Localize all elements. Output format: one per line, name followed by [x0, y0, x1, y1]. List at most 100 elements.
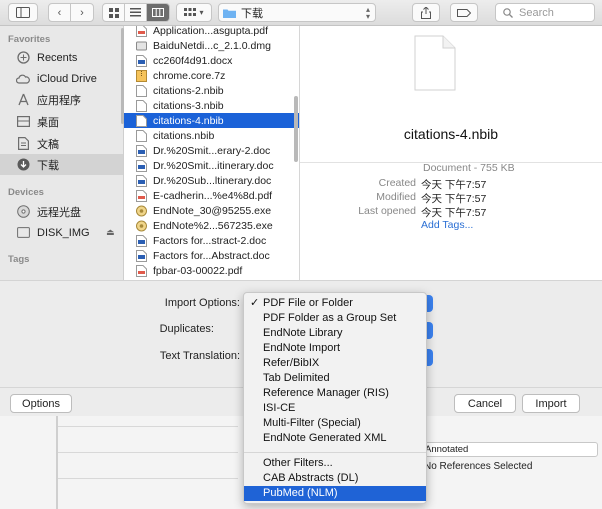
disk-icon	[16, 226, 30, 240]
created-label: Created	[378, 177, 416, 189]
file-row[interactable]: Factors for...stract-2.doc	[124, 233, 299, 248]
file-row[interactable]: BaiduNetdi...c_2.1.0.dmg	[124, 38, 299, 53]
menu-item[interactable]: Other Filters...	[244, 456, 426, 471]
last-opened-label: Last opened	[358, 205, 416, 217]
file-row[interactable]: cc260f4d91.docx	[124, 53, 299, 68]
menu-item[interactable]: PDF Folder as a Group Set	[244, 311, 426, 326]
sidebar-item-label: 应用程序	[37, 94, 81, 107]
import-button[interactable]: Import	[522, 394, 580, 413]
menu-item-label: PDF Folder as a Group Set	[263, 312, 397, 324]
sidebar-item-downloads[interactable]: 下载	[0, 154, 123, 175]
add-tags-link[interactable]: Add Tags...	[421, 219, 473, 231]
chevron-left-icon: ‹	[57, 6, 62, 19]
file-name: Application...asgupta.pdf	[153, 26, 268, 37]
file-row[interactable]: EndNote%2...567235.exe	[124, 218, 299, 233]
share-icon	[421, 6, 431, 19]
desktop-icon	[16, 115, 30, 129]
menu-item[interactable]: Tab Delimited	[244, 371, 426, 386]
file-row[interactable]: Factors for...Abstract.doc	[124, 248, 299, 263]
updown-icon: ▴ ▾	[365, 4, 370, 21]
back-forward-buttons: ‹ ›	[48, 3, 94, 22]
file-name: fpbar-03-00022.pdf	[153, 264, 243, 277]
menu-item[interactable]: ✓ PDF File or Folder	[244, 296, 426, 311]
annotated-label: Annotated	[425, 444, 469, 455]
menu-item[interactable]: Reference Manager (RIS)	[244, 386, 426, 401]
arrange-button[interactable]: ▾	[176, 3, 212, 22]
cancel-button[interactable]: Cancel	[454, 394, 516, 413]
sidebar-item-label: 远程光盘	[37, 206, 81, 219]
menu-item[interactable]: EndNote Generated XML	[244, 431, 426, 446]
disc-icon	[16, 205, 30, 219]
menu-item[interactable]: EndNote Import	[244, 341, 426, 356]
devices-header: Devices	[8, 187, 44, 198]
file-name: Dr.%20Sub...ltinerary.doc	[153, 174, 272, 187]
exe-file-icon	[136, 205, 147, 217]
sidebar-item-recents[interactable]: Recents	[0, 47, 123, 68]
file-row[interactable]: EndNote_30@95255.exe	[124, 203, 299, 218]
sidebar-item-icloud[interactable]: iCloud Drive	[0, 68, 123, 89]
modified-label: Modified	[376, 191, 416, 203]
file-name: chrome.core.7z	[153, 69, 226, 82]
recents-icon	[16, 51, 30, 65]
search-field[interactable]: Search	[495, 3, 595, 22]
file-list-scrollbar[interactable]	[294, 96, 298, 162]
file-name: citations.nbib	[153, 129, 215, 142]
column-view-button[interactable]	[147, 4, 169, 21]
documents-icon	[16, 137, 30, 151]
sidebar-item-documents[interactable]: 文稿	[0, 133, 123, 154]
sidebar-item-desktop[interactable]: 桌面	[0, 111, 123, 132]
file-row[interactable]: fpbar-03-00022.pdf	[124, 263, 299, 278]
last-opened-value: 今天 下午7:57	[421, 207, 487, 219]
file-row[interactable]: citations-2.nbib	[124, 83, 299, 98]
options-button[interactable]: Options	[10, 394, 72, 413]
file-row[interactable]: citations.nbib	[124, 128, 299, 143]
background-line	[58, 426, 238, 427]
annotated-popup[interactable]: Annotated	[420, 442, 598, 457]
file-row[interactable]: Dr.%20Smit...itinerary.doc	[124, 158, 299, 173]
sidebar-item-label: Recents	[37, 51, 78, 64]
chevron-down-icon: ▾	[199, 8, 204, 17]
menu-item-label: Other Filters...	[263, 457, 333, 469]
file-row[interactable]: E-cadherin...%e4%8d.pdf	[124, 188, 299, 203]
menu-item-label: EndNote Library	[263, 327, 343, 339]
sidebar-item-label: 下载	[37, 159, 59, 172]
back-button[interactable]: ‹	[49, 4, 71, 21]
tag-icon	[457, 8, 471, 17]
sidebar-item-disk-img[interactable]: DISK_IMG ⏏	[0, 222, 123, 243]
file-name: Factors for...Abstract.doc	[153, 249, 270, 262]
doc-file-icon	[136, 249, 147, 262]
search-placeholder: Search	[519, 6, 554, 19]
sidebar-item-remote-disc[interactable]: 远程光盘	[0, 201, 123, 222]
background-line	[58, 478, 238, 479]
menu-item[interactable]: PubMed (NLM)	[244, 486, 426, 501]
sidebar-toggle-button[interactable]	[8, 3, 38, 22]
share-button[interactable]	[412, 3, 440, 22]
menu-item-label: ISI-CE	[263, 402, 296, 414]
menu-item-label: EndNote Generated XML	[263, 432, 387, 444]
file-row[interactable]: citations-3.nbib	[124, 98, 299, 113]
tag-button[interactable]	[450, 3, 478, 22]
menu-item[interactable]: EndNote Library	[244, 326, 426, 341]
icon-view-button[interactable]	[103, 4, 125, 21]
preview-filename: citations-4.nbib	[403, 126, 499, 142]
location-popup[interactable]: 下载 ▴ ▾	[218, 3, 376, 22]
forward-button[interactable]: ›	[71, 4, 93, 21]
file-name: Dr.%20Smit...itinerary.doc	[153, 159, 274, 172]
file-row[interactable]: citations-4.nbib	[124, 113, 299, 128]
sidebar: Favorites Recents iCloud Drive 应用程序 桌面 文…	[0, 26, 124, 280]
menu-item[interactable]: ISI-CE	[244, 401, 426, 416]
file-row[interactable]: Application...asgupta.pdf	[124, 26, 299, 38]
menu-item[interactable]: CAB Abstracts (DL)	[244, 471, 426, 486]
file-row[interactable]: Dr.%20Smit...erary-2.doc	[124, 143, 299, 158]
sidebar-item-applications[interactable]: 应用程序	[0, 89, 123, 110]
menu-item[interactable]: Refer/BibIX	[244, 356, 426, 371]
menu-item-label: Tab Delimited	[263, 372, 330, 384]
eject-icon[interactable]: ⏏	[106, 227, 115, 238]
list-view-button[interactable]	[125, 4, 147, 21]
doc-file-icon	[136, 144, 147, 157]
modified-value: 今天 下午7:57	[421, 193, 487, 205]
file-row[interactable]: Dr.%20Sub...ltinerary.doc	[124, 173, 299, 188]
file-row[interactable]: chrome.core.7z	[124, 68, 299, 83]
menu-item[interactable]: Multi-Filter (Special)	[244, 416, 426, 431]
doc-file-icon	[136, 234, 147, 247]
